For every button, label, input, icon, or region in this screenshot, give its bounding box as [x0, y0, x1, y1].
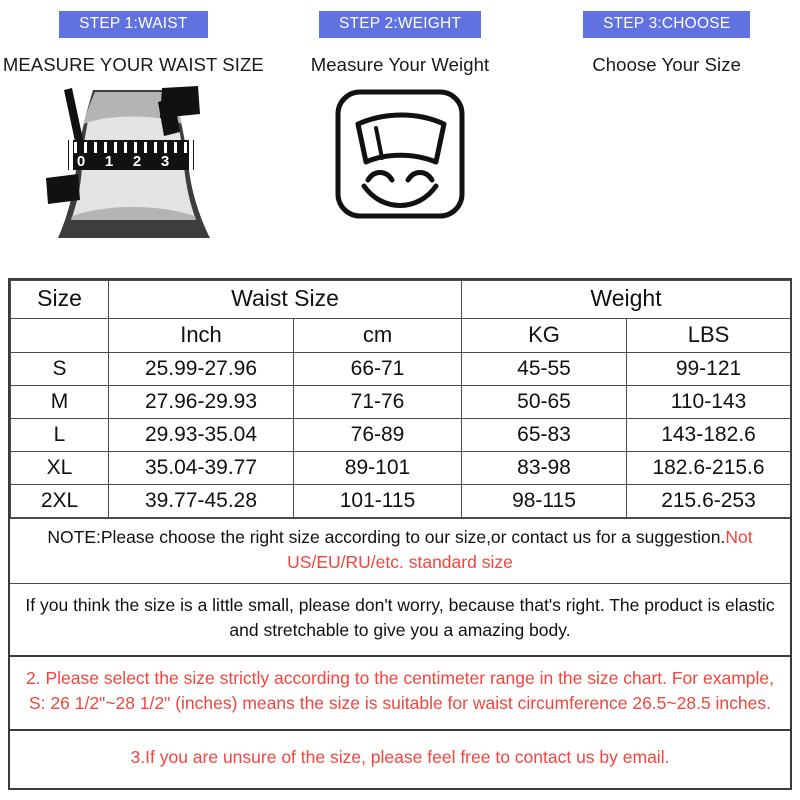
- table-row: XL 35.04-39.77 89-101 83-98 182.6-215.6: [10, 451, 792, 485]
- step-badge-3: STEP 3:CHOOSE: [583, 11, 751, 38]
- cell-cm: 66-71: [293, 352, 462, 386]
- note-standard-size: NOTE:Please choose the right size accord…: [10, 518, 790, 583]
- step-title-2: Measure Your Weight: [310, 53, 490, 75]
- step-column-3: STEP 3:CHOOSE Choose Your Size: [533, 0, 800, 278]
- header-size: Size: [10, 280, 109, 319]
- table-row: S 25.99-27.96 66-71 45-55 99-121: [10, 352, 792, 386]
- header-waist-size: Waist Size: [108, 280, 462, 319]
- cell-kg: 83-98: [461, 451, 627, 485]
- cell-cm: 89-101: [293, 451, 462, 485]
- size-chart: Size Waist Size Weight Inch cm KG LBS S …: [8, 278, 792, 790]
- cell-size: XL: [10, 451, 109, 485]
- cell-inch: 27.96-29.93: [108, 385, 294, 419]
- cell-kg: 98-115: [461, 484, 627, 518]
- cell-lbs: 99-121: [625, 352, 792, 386]
- header-inch: Inch: [108, 318, 294, 353]
- step-badge-1: STEP 1:WAIST: [59, 11, 208, 38]
- cell-lbs: 143-182.6: [625, 418, 792, 452]
- cell-lbs: 110-143: [625, 385, 792, 419]
- cell-lbs: 182.6-215.6: [625, 451, 792, 485]
- bathroom-scale-illustration: [335, 89, 465, 218]
- tape-mark-2: 2: [133, 153, 141, 170]
- cell-inch: 25.99-27.96: [108, 352, 294, 386]
- tape-mark-0: 0: [77, 153, 85, 170]
- steps-header: STEP 1:WAIST MEASURE YOUR WAIST SIZE 0 1…: [0, 0, 800, 278]
- cell-cm: 101-115: [293, 484, 462, 518]
- step-column-1: STEP 1:WAIST MEASURE YOUR WAIST SIZE 0 1…: [0, 0, 267, 278]
- note-elastic: If you think the size is a little small,…: [10, 582, 790, 656]
- note-contact-email: 3.If you are unsure of the size, please …: [10, 729, 790, 788]
- step-art-1: 0 1 2 3: [38, 84, 228, 244]
- header-cm: cm: [293, 318, 462, 353]
- waist-measure-illustration: 0 1 2 3: [46, 85, 211, 238]
- cell-size: 2XL: [10, 484, 109, 518]
- step-art-2: [330, 84, 470, 224]
- cell-size: M: [10, 385, 109, 419]
- cell-lbs: 215.6-253: [625, 484, 792, 518]
- cell-size: S: [10, 352, 109, 386]
- header-lbs: LBS: [625, 318, 792, 353]
- header-weight: Weight: [460, 280, 792, 319]
- table-row: L 29.93-35.04 76-89 65-83 143-182.6: [10, 418, 792, 452]
- cell-inch: 35.04-39.77: [108, 451, 294, 485]
- tape-mark-3: 3: [161, 153, 169, 170]
- table-row: 2XL 39.77-45.28 101-115 98-115 215.6-253: [10, 484, 792, 518]
- size-table: Size Waist Size Weight Inch cm KG LBS S …: [10, 280, 792, 518]
- step-title-3: Choose Your Size: [592, 53, 742, 75]
- cell-cm: 71-76: [293, 385, 462, 419]
- step-column-2: STEP 2:WEIGHT Measure Your Weight: [267, 0, 534, 278]
- header-kg: KG: [461, 318, 627, 353]
- cell-kg: 65-83: [461, 418, 627, 452]
- cell-size: L: [10, 418, 109, 452]
- table-sub-header-row: Inch cm KG LBS: [10, 318, 792, 353]
- cell-kg: 45-55: [461, 352, 627, 386]
- cell-inch: 39.77-45.28: [108, 484, 294, 518]
- cell-cm: 76-89: [293, 418, 462, 452]
- header-size-spacer: [10, 318, 109, 353]
- cell-inch: 29.93-35.04: [108, 418, 294, 452]
- step-badge-2: STEP 2:WEIGHT: [318, 11, 482, 38]
- tape-mark-1: 1: [105, 153, 113, 170]
- cell-kg: 50-65: [461, 385, 627, 419]
- table-row: M 27.96-29.93 71-76 50-65 110-143: [10, 385, 792, 419]
- note-standard-size-black: NOTE:Please choose the right size accord…: [47, 527, 726, 547]
- note-centimeter-range: 2. Please select the size strictly accor…: [10, 655, 790, 729]
- table-group-header-row: Size Waist Size Weight: [10, 280, 792, 319]
- step-title-1: MEASURE YOUR WAIST SIZE: [2, 53, 264, 75]
